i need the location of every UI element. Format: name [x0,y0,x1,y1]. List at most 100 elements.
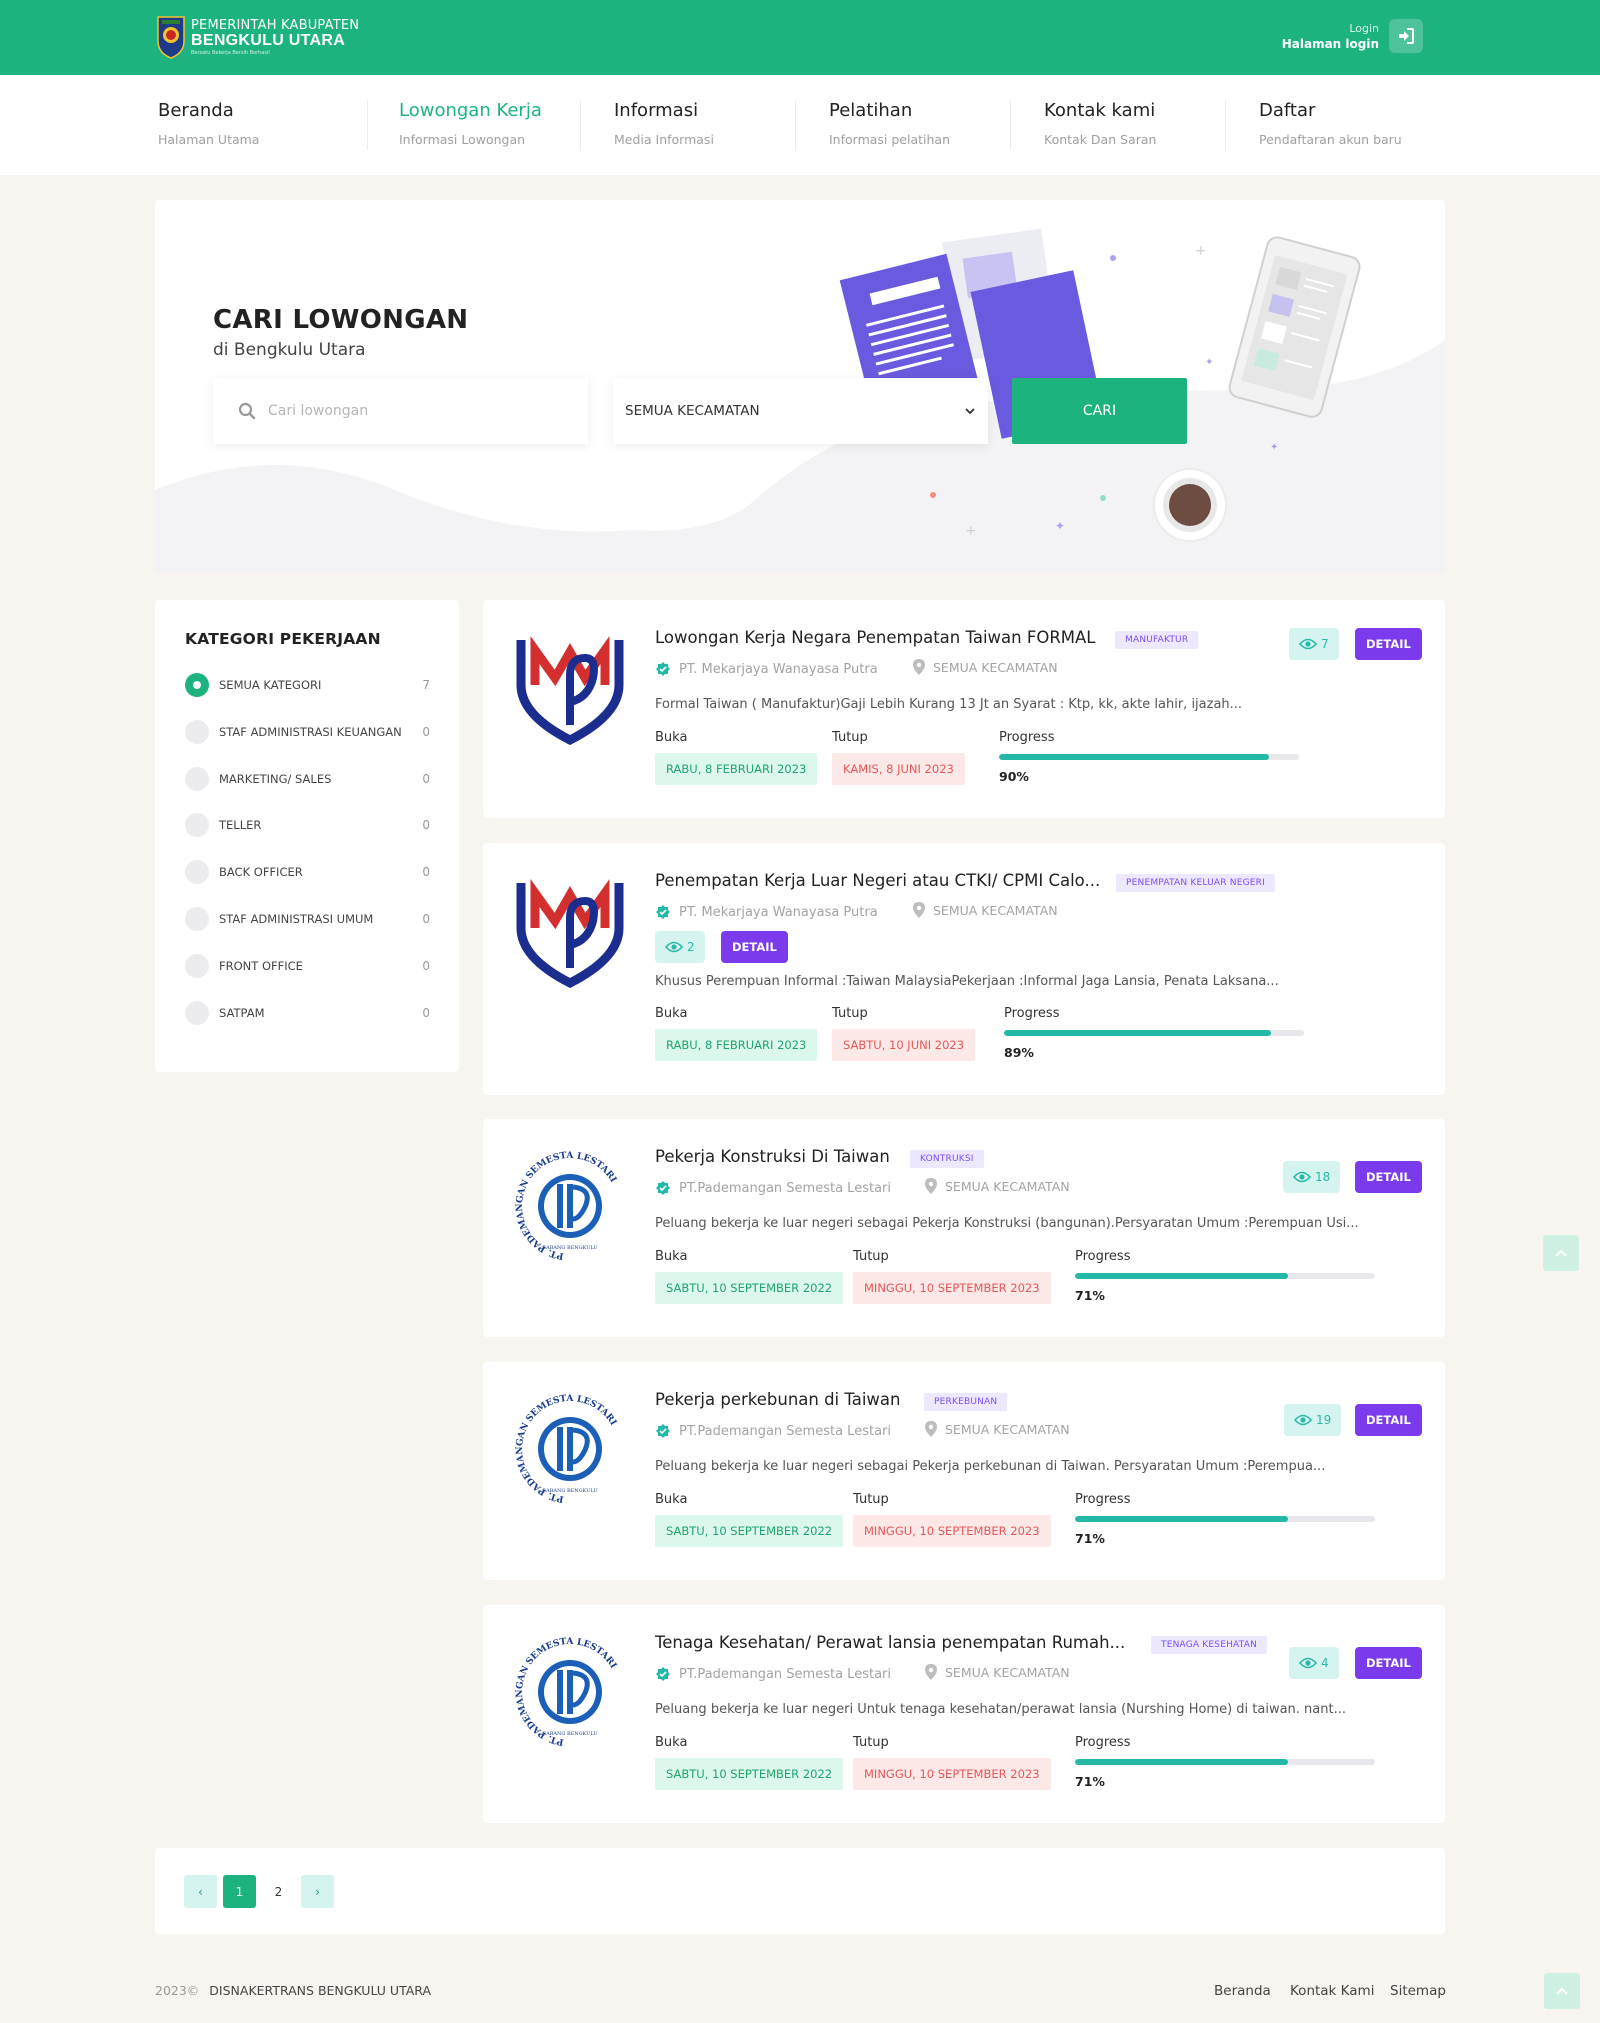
company-name: PT.Pademangan Semesta Lestari [679,1180,891,1196]
pagination-next-button[interactable]: › [301,1875,334,1908]
eye-icon [665,941,683,953]
footer-link-sitemap[interactable]: Sitemap [1390,1983,1446,1999]
close-date: SABTU, 10 JUNI 2023 [832,1029,976,1061]
eye-icon [1293,1171,1311,1183]
job-card: Lowongan Kerja Negara Penempatan Taiwan … [483,600,1445,818]
brand-line-1: PEMERINTAH KABUPATEN [191,17,360,33]
category-item-satpam[interactable]: SATPAM 0 [185,999,430,1027]
detail-button[interactable]: DETAIL [1355,1404,1422,1436]
job-description: Peluang bekerja ke luar negeri sebagai P… [655,1216,1359,1231]
map-marker-icon [925,1421,937,1437]
view-count: 18 [1283,1161,1341,1193]
job-category-badge: TENAGA KESEHATAN [1151,1636,1268,1654]
category-item-back-officer[interactable]: BACK OFFICER 0 [185,858,430,886]
category-count: 7 [422,678,430,692]
job-description: Peluang bekerja ke luar negeri Untuk ten… [655,1702,1346,1717]
nav-divider [580,100,581,150]
search-button[interactable]: CARI [1012,378,1187,444]
view-count-value: 2 [687,940,695,954]
login-button[interactable] [1389,19,1423,53]
close-label: Tutup [832,1006,868,1021]
category-radio[interactable] [185,954,209,978]
logo-bottom-text: CABANG BENGKULU [542,1731,597,1737]
category-item-marketing-sales[interactable]: MARKETING/ SALES 0 [185,765,430,793]
nav-kontak-kami[interactable]: Kontak kami Kontak Dan Saran [1044,100,1156,147]
verified-badge-icon [656,662,670,676]
nav-label: Informasi [614,100,699,121]
job-title[interactable]: Pekerja Konstruksi Di Taiwan [655,1147,890,1166]
nav-lowongan-kerja[interactable]: Lowongan Kerja Informasi Lowongan [399,100,542,147]
copyright: 2023© DISNAKERTRANS BENGKULU UTARA [155,1983,431,1998]
category-radio[interactable] [185,907,209,931]
category-item-staf-administrasi-keuangan[interactable]: STAF ADMINISTRASI KEUANGAN 0 [185,718,430,746]
category-item-staf-administrasi-umum[interactable]: STAF ADMINISTRASI UMUM 0 [185,905,430,933]
footer: 2023© DISNAKERTRANS BENGKULU UTARA Beran… [0,1958,1600,2023]
map-marker-icon [913,902,925,918]
job-description: Formal Taiwan ( Manufaktur)Gaji Lebih Ku… [655,697,1243,712]
nav-informasi[interactable]: Informasi Media Informasi [614,100,714,147]
brand[interactable]: PEMERINTAH KABUPATEN BENGKULU UTARA Bers… [155,15,359,59]
nav-divider [795,100,796,150]
category-radio[interactable] [185,1001,209,1025]
job-category-badge: PERKEBUNAN [924,1393,1008,1411]
scroll-to-top-button[interactable] [1543,1235,1579,1271]
category-radio[interactable] [185,673,209,697]
map-marker-icon [925,1664,937,1680]
location-name: SEMUA KECAMATAN [933,659,1058,675]
logo-bottom-text: CABANG BENGKULU [542,1245,597,1251]
category-name: STAF ADMINISTRASI UMUM [219,912,374,926]
category-name: SATPAM [219,1006,265,1020]
category-radio[interactable] [185,767,209,791]
psl-company-logo: PT. PADEMANGAN SEMESTA LESTARI CABANG BE… [515,1394,618,1504]
view-count: 7 [1289,628,1339,660]
category-radio[interactable] [185,813,209,837]
job-card: PT. PADEMANGAN SEMESTA LESTARI CABANG BE… [483,1119,1445,1337]
category-radio[interactable] [185,720,209,744]
category-item-semua-kategori[interactable]: SEMUA KATEGORI 7 [185,671,430,699]
category-name: MARKETING/ SALES [219,772,332,786]
search-hero: CARI LOWONGAN di Bengkulu Utara + + ✦ ✦ … [155,200,1445,573]
job-title[interactable]: Penempatan Kerja Luar Negeri atau CTKI/ … [655,871,1100,890]
nav-daftar[interactable]: Daftar Pendaftaran akun baru [1259,100,1402,147]
hero-title: CARI LOWONGAN [213,305,469,335]
pagination-page-1[interactable]: 1 [223,1875,256,1908]
nav-sub: Media Informasi [614,132,714,147]
job-title[interactable]: Tenaga Kesehatan/ Perawat lansia penempa… [655,1633,1125,1652]
verified-badge-icon [656,905,670,919]
job-title[interactable]: Lowongan Kerja Negara Penempatan Taiwan … [655,628,1096,647]
nav-pelatihan[interactable]: Pelatihan Informasi pelatihan [829,100,950,147]
nav-beranda[interactable]: Beranda Halaman Utama [158,100,259,147]
job-title[interactable]: Pekerja perkebunan di Taiwan [655,1390,901,1409]
copyright-org: DISNAKERTRANS BENGKULU UTARA [209,1983,432,1998]
pagination-prev-button[interactable]: ‹ [184,1875,217,1908]
category-item-front-office[interactable]: FRONT OFFICE 0 [185,952,430,980]
login-link[interactable]: Login Halaman login [1282,19,1423,53]
category-radio[interactable] [185,860,209,884]
detail-button[interactable]: DETAIL [1355,1161,1422,1193]
close-date: MINGGU, 10 SEPTEMBER 2023 [853,1758,1051,1790]
open-date: SABTU, 10 SEPTEMBER 2022 [655,1272,844,1304]
category-count: 0 [422,1006,430,1020]
top-header: PEMERINTAH KABUPATEN BENGKULU UTARA Bers… [0,0,1600,75]
category-count: 0 [422,865,430,879]
category-count: 0 [422,818,430,832]
footer-link-beranda[interactable]: Beranda [1214,1983,1271,1999]
sign-in-icon [1399,28,1414,44]
search-input[interactable] [268,403,568,419]
job-description: Peluang bekerja ke luar negeri sebagai P… [655,1459,1326,1474]
svg-text:+: + [1195,243,1207,259]
footer-link-kontak-kami[interactable]: Kontak Kami [1290,1983,1374,1999]
category-name: FRONT OFFICE [219,959,303,973]
pagination-page-2[interactable]: 2 [262,1875,295,1908]
category-item-teller[interactable]: TELLER 0 [185,811,430,839]
search-field[interactable] [213,378,588,444]
progress-label: Progress [1004,1006,1060,1021]
detail-button[interactable]: DETAIL [721,931,788,963]
location-name: SEMUA KECAMATAN [933,902,1058,918]
category-count: 0 [422,912,430,926]
logo-bottom-text: CABANG BENGKULU [542,1488,597,1494]
detail-button[interactable]: DETAIL [1355,628,1422,660]
view-count-value: 19 [1316,1413,1332,1427]
detail-button[interactable]: DETAIL [1355,1647,1422,1679]
kecamatan-select[interactable]: SEMUA KECAMATAN [613,378,988,444]
